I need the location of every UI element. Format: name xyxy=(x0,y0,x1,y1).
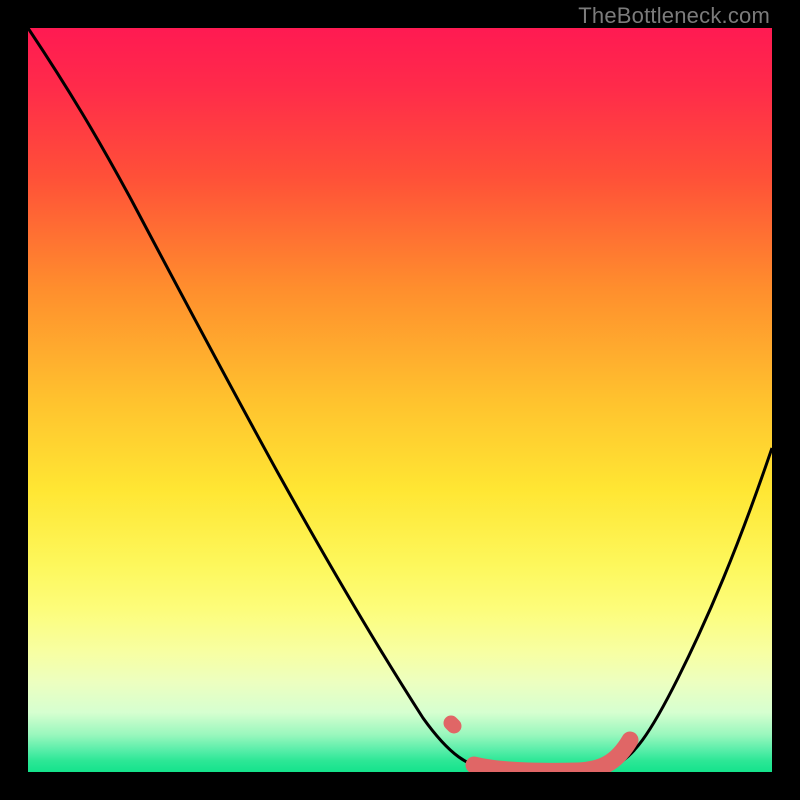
plot-area xyxy=(28,28,772,772)
chart-frame: TheBottleneck.com xyxy=(0,0,800,800)
optimal-range-highlight-main xyxy=(474,740,630,771)
bottleneck-curve xyxy=(28,28,772,771)
optimal-range-highlight xyxy=(451,723,454,726)
watermark-text: TheBottleneck.com xyxy=(578,3,770,29)
curve-svg xyxy=(28,28,772,772)
